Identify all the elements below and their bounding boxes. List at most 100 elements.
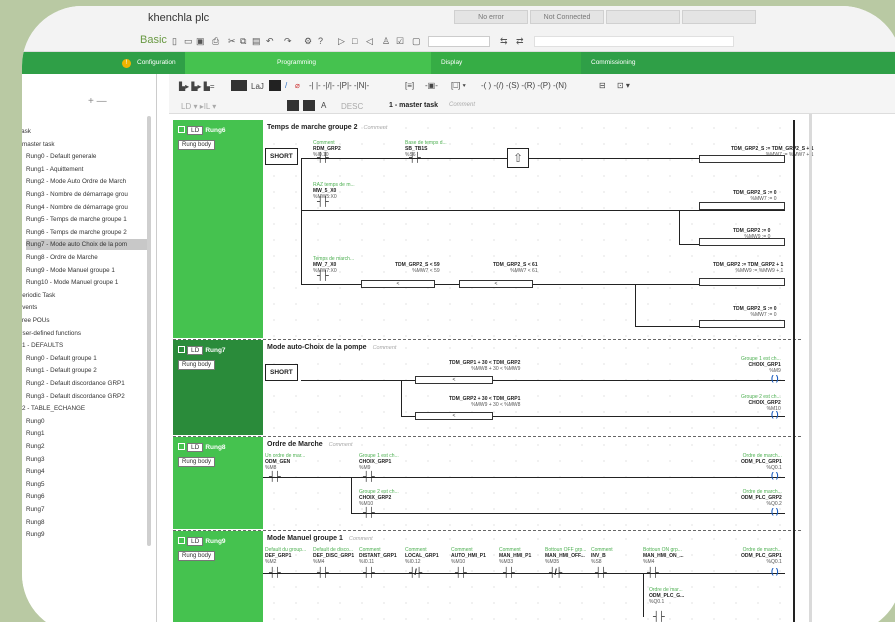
open-folder-icon[interactable]: ▭ <box>184 36 193 47</box>
rung-body-dropdown[interactable]: Rung body <box>178 551 216 561</box>
tree-item[interactable]: master task <box>22 139 147 150</box>
disconnect-icon[interactable]: ⇄ <box>516 36 524 47</box>
tree-item[interactable]: Rung2 - Default discordance GRP1 <box>26 378 147 389</box>
step-configuration[interactable]: ! Configuration <box>22 52 185 74</box>
ld-nav-icon[interactable]: LD ▾ ▸IL ▾ <box>181 102 216 111</box>
rung9-contact[interactable]: Comment DISTANT_GRP1 %I0.11 <box>359 547 397 565</box>
tree-item[interactable]: Rung7 - Mode auto Choix de la pom <box>26 239 147 251</box>
coil-odm-plc-grp1[interactable]: Ordre de march... ODM_PLC_GRP1 %Q0.1 <box>741 453 782 471</box>
rung9-contact[interactable]: Comment INV_B %S8 <box>591 547 613 565</box>
coil-odm-plc-grp1[interactable]: Ordre de march... ODM_PLC_GRP1 %Q0.1 <box>741 547 782 565</box>
block-dropdown-icon[interactable]: [⎕] ▾ <box>451 81 466 91</box>
checkbox-icon[interactable] <box>178 126 185 133</box>
tree-item[interactable]: Periodic Task <box>22 290 147 301</box>
tree-item[interactable]: Rung2 <box>26 441 147 452</box>
compare-block-2[interactable]: TDM_GRP2_S < 61 %MW7 < 61 <box>493 262 538 274</box>
print-icon[interactable]: ⎙ <box>212 36 219 47</box>
rising-edge-block[interactable]: ⇧ <box>507 148 529 168</box>
rung-body-dropdown[interactable]: Rung body <box>178 140 216 150</box>
tree-item[interactable]: Events <box>22 302 147 313</box>
operate-block-2[interactable]: TDM_GRP2_S := 0 %MW7 := 0 <box>733 190 777 202</box>
compare-block-1[interactable]: TDM_GRP2_S < 59 %MW7 < 59 <box>395 262 440 274</box>
checkbox-icon[interactable] <box>178 443 185 450</box>
operate-block-5[interactable]: TDM_GRP2_S := 0 %MW7 := 0 <box>733 306 777 318</box>
rung9-contact[interactable]: Bottoun OFF grp... MAN_HMI_OFF... %M35 <box>545 547 586 565</box>
tree-item[interactable]: User-defined functions <box>22 328 147 339</box>
tree-item[interactable]: Rung7 <box>26 504 147 515</box>
tree-item[interactable]: Rung5 <box>26 479 147 490</box>
rung-body-dropdown[interactable]: Rung body <box>178 360 216 370</box>
rung9-contact[interactable]: Default du group... DEF_GRP1 %M2 <box>265 547 306 565</box>
tree-item[interactable]: Rung0 - Default generale <box>26 151 147 162</box>
font-icon[interactable]: A <box>321 101 326 110</box>
rung-body-dropdown[interactable]: Rung body <box>178 457 216 467</box>
tree-item[interactable]: Rung3 - Nombre de démarrage grou <box>26 189 147 200</box>
tree-item[interactable]: Task <box>22 126 147 137</box>
coil-icons[interactable]: -( ) -(/) -(S) -(R) -(P) -(N) <box>481 81 567 90</box>
short-block[interactable]: SHORT <box>265 364 298 381</box>
document-icon[interactable]: ▢ <box>412 36 421 47</box>
tree-item[interactable]: Rung1 <box>26 428 147 439</box>
rung9-contact[interactable]: Default de disco... DEF_DISC_GRP1 %M4 <box>313 547 354 565</box>
tree-item[interactable]: Rung6 - Temps de marche groupe 2 <box>26 227 147 238</box>
tree-item[interactable]: 1 - DEFAULTS <box>22 340 147 351</box>
tree-item[interactable]: Rung9 - Mode Manuel groupe 1 <box>26 265 147 276</box>
ld-selector[interactable]: LD <box>187 126 204 135</box>
step-programming[interactable]: Programming <box>185 52 431 74</box>
contact-odm-gen[interactable]: Un ordre de mar... ODM_GEN %M8 <box>265 453 305 471</box>
user-icon[interactable]: ♙ <box>382 36 390 47</box>
tree-item[interactable]: Rung1 - Aquittement <box>26 164 147 175</box>
tree-item[interactable]: Rung10 - Mode Manuel groupe 1 <box>26 277 147 288</box>
tree-item[interactable]: Rung1 - Default groupe 2 <box>26 365 147 376</box>
grid-view-icon[interactable] <box>287 100 299 111</box>
function-block-icon[interactable]: -▣- <box>425 81 438 90</box>
editor-scrollbar[interactable] <box>809 114 812 622</box>
paste-icon[interactable]: ▤ <box>252 36 261 47</box>
step-commissioning[interactable]: Commissioning <box>581 52 895 74</box>
ld-selector[interactable]: LD <box>187 443 204 452</box>
short-block[interactable]: SHORT <box>265 148 298 165</box>
checkbox-icon[interactable] <box>178 537 185 544</box>
insert-rung-icon[interactable]: ▙▸ ▙▸ ▙= <box>179 82 215 91</box>
operate-block-4[interactable]: TDM_GRP2 := TDM_GRP2 + 1 %MW9 := %MW9 + 1 <box>713 262 783 274</box>
ld-selector[interactable]: LD <box>187 537 204 546</box>
tree-item[interactable]: Rung8 <box>26 517 147 528</box>
rung-comment[interactable]: Comment <box>373 345 397 351</box>
rung9-contact[interactable]: Comment AUTO_HMI_P1 %M10 <box>451 547 486 565</box>
contact-choix-grp2[interactable]: Groupe 2 est ch... CHOIX_GRP2 %M10 <box>359 489 399 507</box>
tree-scrollbar[interactable] <box>147 116 151 546</box>
frame-icon[interactable]: ⊟ <box>599 81 606 90</box>
coil-choix-grp1[interactable]: Groupe 1 est ch... CHOIX_GRP1 %M9 <box>741 356 781 374</box>
tree-item[interactable]: Rung2 - Mode Auto Ordre de March <box>26 176 147 187</box>
check-icon[interactable]: ☑ <box>396 36 404 47</box>
tree-item[interactable]: Rung5 - Temps de marche groupe 1 <box>26 214 147 225</box>
tree-item[interactable]: Rung4 <box>26 466 147 477</box>
tree-item[interactable]: Rung6 <box>26 491 147 502</box>
tree-item[interactable]: Free POUs <box>22 315 147 326</box>
rung9-contact[interactable]: Comment MAN_HMI_P1 %M33 <box>499 547 531 565</box>
run-icon[interactable]: ▷ <box>338 36 345 47</box>
tree-item[interactable]: Rung0 - Default groupe 1 <box>26 353 147 364</box>
tree-item[interactable]: Rung8 - Ordre de Marche <box>26 252 147 263</box>
contact-choix-grp1[interactable]: Groupe 1 est ch... CHOIX_GRP1 %M9 <box>359 453 399 471</box>
target-dropdown[interactable] <box>428 36 490 47</box>
compare-block-1[interactable]: TDM_GRP1 + 30 < TDM_GRP2 %MW8 + 30 < %MW9 <box>449 360 520 372</box>
settings-icon[interactable]: ⚙ <box>304 36 312 47</box>
tree-item[interactable]: Rung9 <box>26 529 147 540</box>
checkbox-icon[interactable] <box>178 346 185 353</box>
rung9-contact[interactable]: Bottoun ON grp... MAN_HMI_ON_... %M4 <box>643 547 684 565</box>
compare-block-2[interactable]: TDM_GRP2 + 30 < TDM_GRP1 %MW9 + 30 < %MW8 <box>449 396 520 408</box>
eraser-icon[interactable]: ⌀ <box>295 81 300 90</box>
redo-icon[interactable]: ↷ <box>284 36 292 47</box>
contact-latch[interactable]: Ordre de mar... ODM_PLC_G... %Q0.1 <box>649 587 684 605</box>
tree-item[interactable]: Rung0 <box>26 416 147 427</box>
comment-view-icon[interactable] <box>303 100 315 111</box>
rung-comment[interactable]: Comment <box>349 536 373 542</box>
compare-block-icon[interactable]: [≡] <box>405 81 414 90</box>
ld-selector[interactable]: LD <box>187 346 204 355</box>
pencil-icon[interactable]: / <box>285 81 287 90</box>
tree-item[interactable]: Rung3 <box>26 454 147 465</box>
rung-comment[interactable]: Comment <box>364 125 388 131</box>
select-tool-icon[interactable] <box>269 80 281 91</box>
coil-odm-plc-grp2[interactable]: Ordre de march... ODM_PLC_GRP2 %Q0.2 <box>741 489 782 507</box>
